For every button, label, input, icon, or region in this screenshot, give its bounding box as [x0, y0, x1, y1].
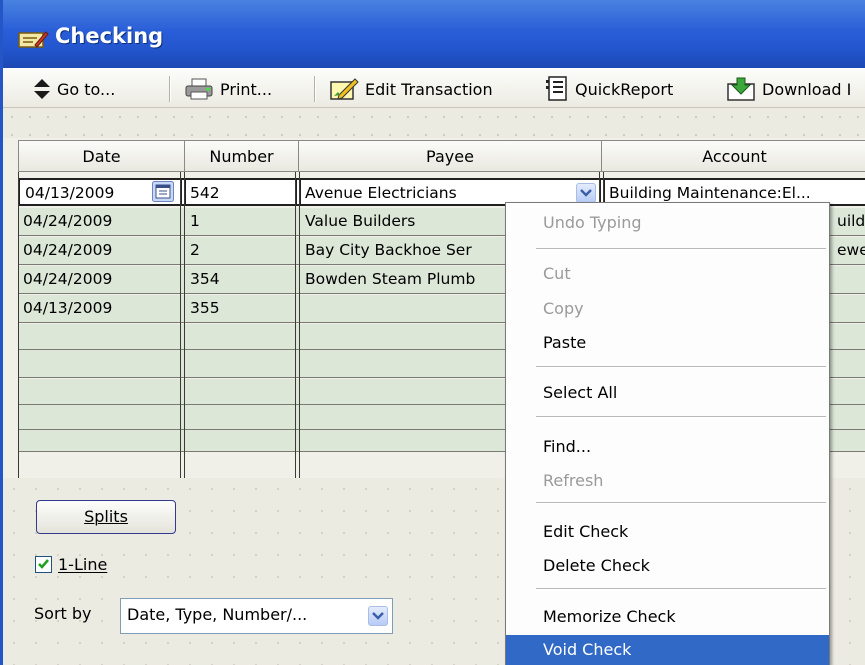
- number-cell: 1: [190, 212, 200, 230]
- payee-cell: [302, 295, 512, 322]
- account-value: Building Maintenance:El...: [609, 184, 811, 202]
- date-value: 04/13/2009: [25, 184, 115, 202]
- window-title: Checking: [55, 24, 164, 48]
- download-icon: [726, 76, 756, 102]
- number-cell: 355: [190, 299, 220, 317]
- sort-by-label: Sort by: [34, 604, 92, 623]
- number-cell: 2: [190, 241, 200, 259]
- menu-item-copy[interactable]: Copy: [506, 294, 829, 324]
- toolbar: Go to... Print... Edit Transaction Quick…: [3, 68, 865, 108]
- column-divider: [295, 172, 296, 478]
- menu-item-paste[interactable]: Paste: [506, 328, 829, 358]
- report-icon: [545, 76, 569, 102]
- menu-separator: [536, 366, 826, 368]
- date-cell: 04/24/2009: [23, 270, 113, 288]
- up-down-arrow-icon: [33, 78, 51, 100]
- sort-by-value: Date, Type, Number/...: [127, 605, 308, 624]
- menu-item-select-all[interactable]: Select All: [506, 378, 829, 408]
- chevron-down-icon: [372, 612, 384, 620]
- menu-item-undo-typing[interactable]: Undo Typing: [506, 208, 829, 238]
- table-header: Date Number Payee Account: [18, 140, 865, 172]
- one-line-checkbox[interactable]: 1-Line: [35, 555, 107, 574]
- printer-icon: [184, 77, 214, 101]
- chevron-down-icon: [580, 189, 592, 197]
- account-cell: [834, 295, 865, 322]
- menu-item-void-check[interactable]: Void Check: [506, 635, 829, 665]
- number-cell: 354: [190, 270, 220, 288]
- payee-dropdown-button[interactable]: [576, 183, 596, 203]
- quickreport-label: QuickReport: [575, 79, 674, 99]
- splits-label: Splits: [84, 507, 128, 526]
- sort-dropdown-button[interactable]: [368, 606, 388, 626]
- register-window: Checking Go to... Print... Edit Transact…: [0, 0, 865, 665]
- payee-cell: Value Builders: [305, 212, 416, 230]
- column-divider: [18, 172, 19, 478]
- menu-separator: [536, 502, 826, 504]
- goto-button[interactable]: Go to...: [33, 69, 115, 109]
- menu-separator: [536, 416, 826, 418]
- menu-item-find[interactable]: Find...: [506, 432, 829, 462]
- payee-cell: Bowden Steam Plumb: [305, 270, 476, 288]
- column-header-account[interactable]: Account: [602, 141, 865, 171]
- menu-item-memorize-check[interactable]: Memorize Check: [506, 602, 829, 632]
- menu-separator: [536, 248, 826, 250]
- toolbar-divider: [314, 76, 316, 102]
- column-divider: [299, 172, 300, 478]
- date-cell: 04/24/2009: [23, 241, 113, 259]
- edit-transaction-button[interactable]: Edit Transaction: [329, 69, 493, 109]
- print-label: Print...: [220, 79, 273, 99]
- number-value: 542: [190, 184, 220, 202]
- date-cell: 04/24/2009: [23, 212, 113, 230]
- payee-cell: Bay City Backhoe Ser: [305, 241, 472, 259]
- goto-label: Go to...: [57, 79, 116, 99]
- title-bar[interactable]: Checking: [3, 0, 865, 68]
- context-menu: Undo Typing Cut Copy Paste Select All Fi…: [505, 202, 830, 665]
- payee-value: Avenue Electricians: [305, 184, 457, 202]
- column-header-payee[interactable]: Payee: [299, 141, 602, 171]
- checkbox-box[interactable]: [35, 556, 52, 573]
- print-button[interactable]: Print...: [184, 69, 272, 109]
- menu-item-refresh[interactable]: Refresh: [506, 466, 829, 496]
- checkmark-icon: [38, 559, 49, 569]
- column-header-date[interactable]: Date: [19, 141, 185, 171]
- column-divider: [184, 172, 185, 478]
- quickreport-button[interactable]: QuickReport: [545, 69, 673, 109]
- one-line-label: 1-Line: [58, 555, 108, 574]
- menu-separator: [536, 588, 826, 590]
- checkbook-icon: [17, 27, 49, 51]
- account-cell: uildi: [837, 212, 865, 230]
- sort-by-select[interactable]: Date, Type, Number/...: [120, 598, 393, 634]
- edit-pencil-icon: [329, 77, 359, 101]
- menu-item-edit-check[interactable]: Edit Check: [506, 517, 829, 547]
- account-cell: ewe: [837, 241, 865, 259]
- menu-item-delete-check[interactable]: Delete Check: [506, 551, 829, 581]
- number-cell[interactable]: 542: [187, 180, 295, 207]
- column-header-number[interactable]: Number: [185, 141, 299, 171]
- splits-button[interactable]: Splits: [36, 500, 176, 534]
- download-button[interactable]: Download I: [726, 69, 851, 109]
- toolbar-divider: [169, 76, 171, 102]
- account-cell: [834, 266, 865, 293]
- calendar-icon[interactable]: [152, 181, 174, 206]
- column-divider: [180, 172, 181, 478]
- menu-item-cut[interactable]: Cut: [506, 259, 829, 289]
- download-label: Download I: [762, 79, 852, 99]
- edit-transaction-label: Edit Transaction: [365, 79, 493, 99]
- date-cell: 04/13/2009: [23, 299, 113, 317]
- toolbar-background-strip: [3, 108, 865, 138]
